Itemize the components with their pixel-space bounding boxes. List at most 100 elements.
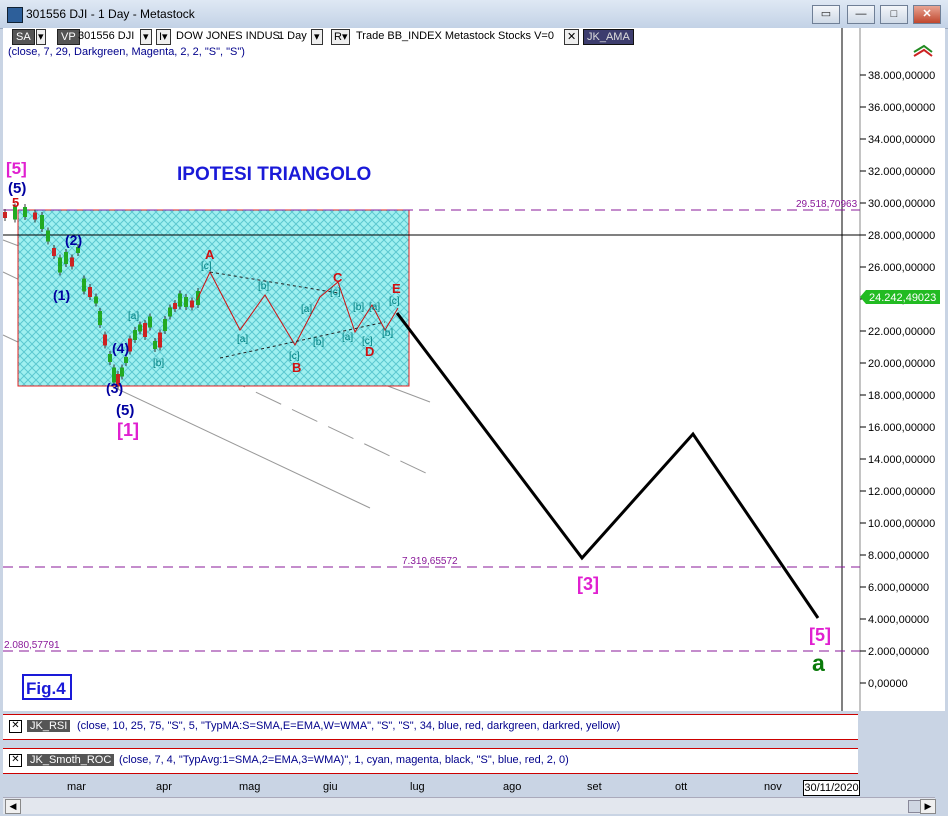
sub-label-b5: [b] [382,328,393,339]
wave-label-2-paren: (2) [65,232,82,248]
candle-body [168,307,172,317]
price-tick-label: 38.000,00000 [868,70,935,82]
price-tick-label: 20.000,00000 [868,358,935,370]
triangle-label-A: A [205,247,215,262]
figure-label: Fig.4 [26,679,66,698]
candle-body [173,303,177,309]
wave-label-5-bracket-bottom: [5] [809,625,831,645]
price-tick-label: 16.000,00000 [868,422,935,434]
triangle-label-C: C [333,270,343,285]
month-giu: giu [323,781,338,793]
wave-label-1-paren: (1) [53,287,70,303]
candle-body [23,207,27,217]
candle-body [52,248,56,256]
month-lug: lug [410,781,425,793]
price-tick-label: 4.000,00000 [868,614,929,626]
symbol-code: 301556 DJI [78,30,135,42]
candle-body [163,319,167,331]
sub-label-c1: [c] [201,261,212,272]
scroll-right-icon[interactable]: ▶ [920,799,936,814]
price-tick-label: 18.000,00000 [868,390,935,402]
trade-info: Trade BB_INDEX Metastock Stocks V=0 [356,30,554,42]
price-chart[interactable]: 38.000,00000 36.000,00000 34.000,00000 32.0… [0,28,948,816]
sub-label-c5: [c] [389,296,400,307]
price-tick-label: 30.000,00000 [868,198,935,210]
vp-button[interactable]: VP [57,29,80,45]
sub-label-a4: [a] [342,332,353,343]
triangle-label-B: B [292,360,301,375]
security-name: DOW JONES INDUS [176,30,280,42]
metastock-app-icon[interactable] [7,7,23,23]
scroll-left-icon[interactable]: ◀ [5,799,21,814]
close-indicator-icon[interactable]: ✕ [564,29,580,45]
month-mag: mag [239,781,261,793]
current-date-box: 30/11/2020 [803,780,860,796]
candle-body [178,293,182,307]
candle-body [70,257,74,267]
price-tick-label: 32.000,00000 [868,166,935,178]
candle-body [138,324,142,332]
sub-label-a3: [a] [301,304,312,315]
candle-body [133,330,137,340]
sub-label-c4: [c] [362,336,373,347]
rsi-parameters: (close, 10, 25, 75, "S", 5, "TypMA:S=SMA… [77,720,621,732]
symbol-dropdown-icon[interactable]: ▾ [140,29,152,45]
month-ott: ott [675,781,688,793]
price-tick-label: 34.000,00000 [868,134,935,146]
roc-parameters: (close, 7, 4, "TypAvg:1=SMA,2=EMA,3=WMA)… [119,754,569,766]
candle-body [153,341,157,349]
price-tick-label: 8.000,00000 [868,550,929,562]
candle-body [3,212,7,218]
level-mid-label: 7.319,65572 [402,556,458,567]
price-tick-label: 26.000,00000 [868,262,935,274]
price-tick-label: 28.000,00000 [868,230,935,242]
candle-body [82,278,86,292]
horizontal-scrollbar[interactable]: ◀ ▶ [3,797,936,814]
sub-label-b2: [b] [258,281,269,292]
sa-dropdown-icon[interactable]: ▾ [36,29,46,45]
indicator-parameters: (close, 7, 29, Darkgreen, Magenta, 2, 2,… [8,46,245,58]
wave-label-3-paren: (3) [106,380,123,396]
price-tick-label: 10.000,00000 [868,518,935,530]
wave-label-5-paren-low: (5) [116,402,134,419]
window-titlebar: 301556 DJI - 1 Day - Metastock ▭ — □ ✕ [0,0,948,29]
chart-main-title: IPOTESI TRIANGOLO [177,164,371,185]
indicator-jk-ama[interactable]: JK_AMA [583,29,634,45]
month-apr: apr [156,781,172,793]
candle-body [33,212,37,220]
restore-chart-button[interactable]: ▭ [812,5,840,24]
close-button[interactable]: ✕ [913,5,941,24]
roc-indicator-name[interactable]: JK_Smoth_ROC [27,754,115,766]
wave-label-4-paren: (4) [112,340,129,356]
sub-label-a2: [a] [237,334,248,345]
price-tick-label: 12.000,00000 [868,486,935,498]
sub-label-b1: [b] [153,358,164,369]
close-roc-icon[interactable]: ✕ [9,754,22,767]
close-rsi-icon[interactable]: ✕ [9,720,22,733]
date-axis: mar apr mag giu lug ago set ott nov [0,777,860,797]
minimize-button[interactable]: — [847,5,875,24]
candle-body [98,311,102,325]
sub-label-c3: [c] [330,287,341,298]
candle-body [94,296,98,304]
price-tick-label: 6.000,00000 [868,582,929,594]
period-dropdown-icon[interactable]: ▾ [311,29,323,45]
rsi-panel[interactable]: ✕ JK_RSI (close, 10, 25, 75, "S", 5, "Ty… [3,714,858,740]
candle-body [158,332,162,348]
rsi-indicator-name[interactable]: JK_RSI [27,720,71,732]
wave-label-5-bracket-top: [5] [6,159,27,178]
month-mar: mar [67,781,86,793]
month-ago: ago [503,781,522,793]
triangle-label-E: E [392,281,401,296]
wave-label-5-red: 5 [12,195,19,210]
r-dropdown-button[interactable]: R▾ [331,29,351,45]
chart-toolbar: SA ▾ VP 301556 DJI ▾ I▾ DOW JONES INDUS … [6,29,846,45]
candle-body [184,297,188,307]
wave-label-1-bracket: [1] [117,420,139,440]
wave-label-a-green: a [812,650,825,676]
level-high-label: 29.518,70963 [796,199,858,210]
maximize-button[interactable]: □ [880,5,908,24]
sa-button[interactable]: SA [12,29,35,45]
interval-dropdown-icon[interactable]: I▾ [156,29,171,45]
roc-panel[interactable]: ✕ JK_Smoth_ROC (close, 7, 4, "TypAvg:1=S… [3,748,858,774]
